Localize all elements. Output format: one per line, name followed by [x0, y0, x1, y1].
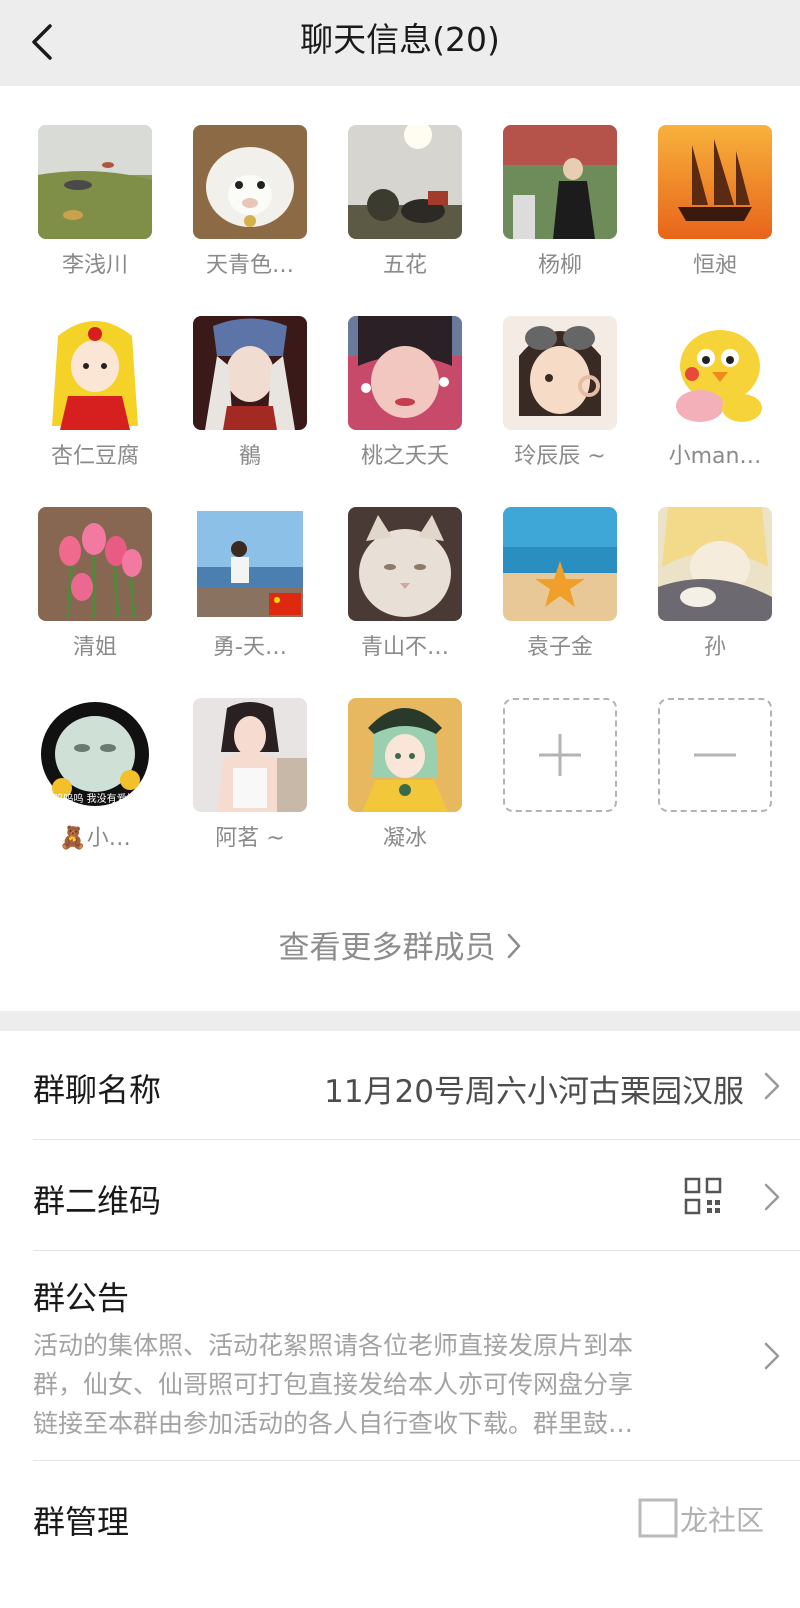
member-item[interactable]: 呜呜呜 我没有爱情 🧸小… [19, 698, 169, 868]
member-avatar [658, 125, 772, 239]
meme-caption: 呜呜呜 我没有爱情 [53, 792, 136, 805]
member-avatar [193, 698, 307, 812]
group-name-row[interactable]: 群聊名称 11月20号周六小河古栗园汉服 [0, 1031, 800, 1139]
member-name: 杏仁豆腐 [50, 444, 139, 469]
view-more-members-link[interactable]: 查看更多群成员 [0, 922, 800, 968]
member-name: 阿茗 ~ [215, 826, 285, 851]
member-item[interactable]: 青山不… [329, 507, 479, 677]
member-name: 袁子金 [526, 635, 593, 660]
remove-member-button[interactable] [639, 698, 789, 868]
chevron-right-icon [764, 1183, 780, 1211]
member-item[interactable]: 杏仁豆腐 [19, 316, 169, 486]
member-avatar [38, 507, 152, 621]
member-item[interactable]: 鶺 [174, 316, 324, 486]
add-member-button[interactable] [484, 698, 634, 868]
member-name: 杨柳 [537, 253, 582, 278]
remove-member-box [658, 698, 772, 812]
view-more-label: 查看更多群成员 [278, 930, 496, 966]
page-title: 聊天信息(20) [300, 20, 500, 59]
member-avatar [503, 507, 617, 621]
member-name: 鶺 [238, 444, 261, 469]
member-avatar [348, 507, 462, 621]
member-avatar [193, 316, 307, 430]
plus-icon [539, 734, 581, 776]
member-item[interactable]: 天青色… [174, 125, 324, 295]
member-name: 小man… [668, 444, 762, 469]
member-item[interactable]: 孙 [639, 507, 789, 677]
group-name-label: 群聊名称 [33, 1071, 162, 1109]
group-manage-label: 群管理 [33, 1503, 130, 1541]
member-avatar [193, 507, 307, 621]
group-notice-label: 群公告 [33, 1279, 130, 1317]
member-avatar [503, 316, 617, 430]
member-item[interactable]: 勇-天… [174, 507, 324, 677]
member-item[interactable]: 阿茗 ~ [174, 698, 324, 868]
back-button[interactable] [22, 20, 62, 64]
group-name-value: 11月20号周六小河古栗园汉服 [324, 1074, 744, 1110]
member-item[interactable]: 玲辰辰 ~ [484, 316, 634, 486]
member-name: 孙 [703, 635, 726, 660]
member-avatar [348, 125, 462, 239]
member-name: 李浅川 [61, 253, 128, 278]
add-member-box [503, 698, 617, 812]
member-name: 🧸小… [59, 826, 131, 851]
member-name: 凝冰 [382, 826, 427, 851]
member-item[interactable]: 李浅川 [19, 125, 169, 295]
member-avatar [658, 507, 772, 621]
chevron-left-icon [32, 24, 52, 60]
member-name: 桃之夭夭 [360, 444, 449, 469]
member-grid: 李浅川 天青色… 五花 杨柳 恒昶 杏仁豆腐 鶺 桃之夭夭 玲辰辰 ~ 小man… [0, 86, 800, 1011]
member-name: 五花 [382, 253, 427, 278]
member-item[interactable]: 杨柳 [484, 125, 634, 295]
member-avatar [658, 316, 772, 430]
group-qr-row[interactable]: 群二维码 [0, 1140, 800, 1250]
group-manage-row[interactable]: 群管理 [0, 1461, 800, 1608]
notice-line: 活动的集体照、活动花絮照请各位老师直接发原片到本 [33, 1331, 634, 1360]
qr-code-icon [684, 1177, 722, 1215]
member-item[interactable]: 袁子金 [484, 507, 634, 677]
member-name: 勇-天… [213, 635, 287, 660]
chevron-right-icon [764, 1342, 780, 1370]
chevron-right-icon [506, 932, 522, 968]
nav-header: 聊天信息(20) [0, 0, 800, 86]
member-item[interactable]: 凝冰 [329, 698, 479, 868]
member-item[interactable]: 恒昶 [639, 125, 789, 295]
member-name: 恒昶 [692, 253, 737, 278]
member-avatar [193, 125, 307, 239]
member-name: 青山不… [360, 635, 449, 660]
member-item[interactable]: 五花 [329, 125, 479, 295]
member-name: 清姐 [72, 635, 117, 660]
member-avatar [348, 316, 462, 430]
notice-line: 群，仙女、仙哥照可打包直接发给本人亦可传网盘分享 [33, 1370, 634, 1399]
section-separator [0, 1011, 800, 1031]
member-avatar [38, 316, 152, 430]
member-name: 天青色… [205, 253, 294, 278]
member-avatar [38, 125, 152, 239]
group-notice-text: 活动的集体照、活动花絮照请各位老师直接发原片到本 群，仙女、仙哥照可打包直接发给… [33, 1326, 733, 1443]
notice-line: 链接至本群由参加活动的各人自行查收下载。群里鼓… [33, 1409, 634, 1438]
member-item[interactable]: 清姐 [19, 507, 169, 677]
member-avatar: 呜呜呜 我没有爱情 [38, 698, 152, 812]
minus-icon [694, 753, 736, 757]
group-qr-label: 群二维码 [33, 1182, 162, 1220]
member-item[interactable]: 小man… [639, 316, 789, 486]
member-name: 玲辰辰 ~ [514, 444, 606, 469]
member-avatar [348, 698, 462, 812]
chevron-right-icon [764, 1072, 780, 1100]
member-item[interactable]: 桃之夭夭 [329, 316, 479, 486]
member-avatar [503, 125, 617, 239]
